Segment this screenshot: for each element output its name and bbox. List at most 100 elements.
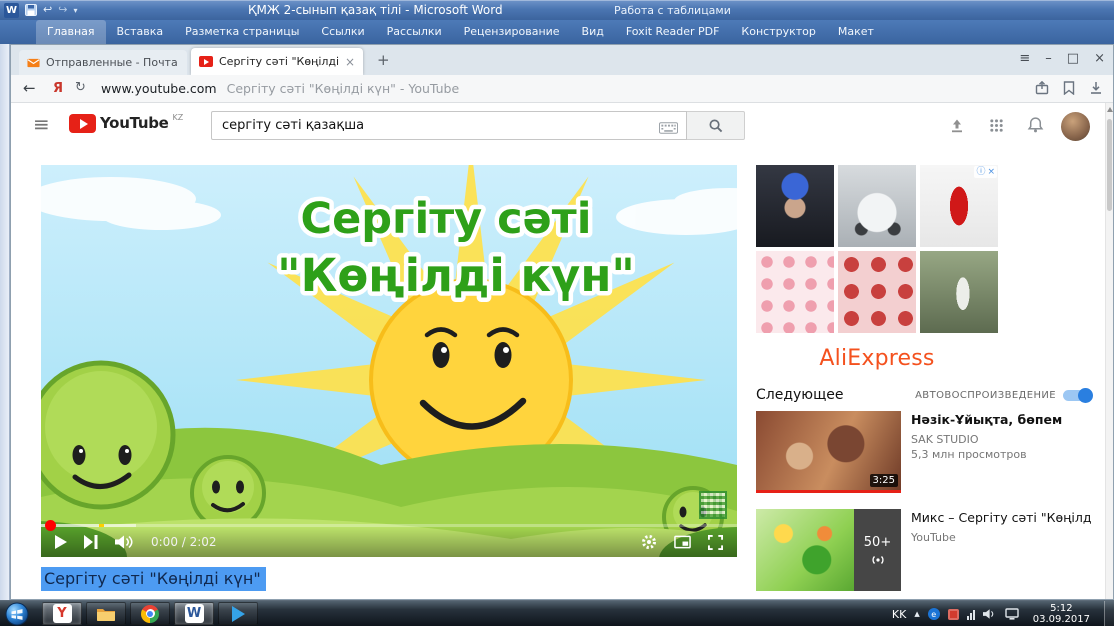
settings-gear-icon[interactable] xyxy=(641,534,657,550)
video-overlay-title-line2: "Көңілді күн" xyxy=(277,249,635,302)
ad-thumbnail-4[interactable] xyxy=(756,251,834,333)
page-scrollbar[interactable] xyxy=(1105,103,1113,599)
youtube-logo[interactable]: YouTube KZ xyxy=(69,114,183,133)
bookmarks-icon[interactable] xyxy=(1063,81,1075,95)
browser-tab-youtube[interactable]: Сергіту сәті "Көңілді күн" × xyxy=(191,48,363,75)
ribbon-tab-home[interactable]: Главная xyxy=(36,20,106,44)
yandex-logo-icon[interactable]: Я xyxy=(53,81,63,96)
minimize-button[interactable]: – xyxy=(1045,49,1052,69)
word-app-icon[interactable]: W xyxy=(4,3,19,18)
ad-block[interactable]: ⓘ × xyxy=(756,165,998,333)
word-document-edge xyxy=(0,44,10,600)
suggestion-channel: SAK STUDIO xyxy=(911,433,1092,446)
taskbar-item-yandex-browser[interactable]: Y xyxy=(42,602,82,625)
ribbon-tab-insert[interactable]: Вставка xyxy=(106,20,175,44)
duration-badge: 3:25 xyxy=(870,474,898,487)
fullscreen-icon[interactable] xyxy=(708,535,723,550)
youtube-wordmark: YouTube xyxy=(100,114,169,133)
mix-overlay: 50+ xyxy=(854,509,901,591)
language-indicator[interactable]: KK xyxy=(892,608,906,621)
save-icon[interactable] xyxy=(25,4,37,16)
autoplay-toggle[interactable] xyxy=(1063,390,1092,401)
search-icon xyxy=(708,118,723,133)
scrollbar-thumb[interactable] xyxy=(1107,119,1112,211)
search-button[interactable] xyxy=(687,111,745,140)
addressbar: ← Я ↻ www.youtube.com Сергіту сәті "Көңі… xyxy=(11,75,1113,103)
ad-choices-badge[interactable]: ⓘ × xyxy=(974,166,997,178)
sidebar: ⓘ × AliExpress Следующее АВТОВОСПРОИЗВЕД… xyxy=(756,165,1092,599)
suggestion-item-2[interactable]: 50+ Микс – Сергіту сәті "Көңілді күн" Yo… xyxy=(756,509,1092,593)
video-frame: Сергіту сәті "Көңілді күн" xyxy=(41,165,737,557)
ad-thumbnail-2[interactable] xyxy=(838,165,916,247)
suggestion-thumbnail[interactable]: 50+ xyxy=(756,509,901,591)
ribbon-tab-view[interactable]: Вид xyxy=(571,20,615,44)
taskbar-item-explorer[interactable] xyxy=(86,602,126,625)
apps-grid-icon[interactable] xyxy=(989,118,1004,137)
youtube-play-icon xyxy=(69,114,96,133)
start-button[interactable] xyxy=(5,602,29,626)
browser-menu-icon[interactable]: ≡ xyxy=(1019,49,1030,69)
tab-close-icon[interactable]: × xyxy=(345,55,355,69)
notifications-bell-icon[interactable] xyxy=(1027,116,1044,137)
ribbon-tab-foxit[interactable]: Foxit Reader PDF xyxy=(615,20,731,44)
play-button[interactable] xyxy=(55,535,67,549)
ad-info-icon[interactable]: ⓘ xyxy=(976,166,985,178)
system-tray: KK ▲ e 5:12 03.09.2017 xyxy=(892,601,1114,626)
youtube-region-label: KZ xyxy=(173,113,184,122)
tray-app-red-icon[interactable] xyxy=(948,609,959,620)
suggestion-title: Нәзік-Ұйықта, бөпем xyxy=(911,412,1092,428)
ribbon-tab-design[interactable]: Конструктор xyxy=(730,20,826,44)
mail-icon xyxy=(27,58,40,68)
reload-icon[interactable]: ↻ xyxy=(75,80,86,95)
downloads-icon[interactable] xyxy=(1089,81,1103,95)
time-display: 0:00 / 2:02 xyxy=(151,535,217,549)
tray-app-blue-icon[interactable]: e xyxy=(928,608,940,620)
suggestion-thumbnail[interactable]: 3:25 xyxy=(756,411,901,493)
hidden-icons-chevron[interactable]: ▲ xyxy=(914,610,919,618)
share-icon[interactable] xyxy=(1035,81,1049,95)
undo-icon[interactable]: ↩ xyxy=(43,2,52,18)
url-field[interactable]: www.youtube.com Сергіту сәті "Көңілді кү… xyxy=(101,75,459,102)
ad-thumbnail-1[interactable] xyxy=(756,165,834,247)
ribbon-tab-references[interactable]: Ссылки xyxy=(310,20,375,44)
miniplayer-icon[interactable] xyxy=(674,535,691,549)
tray-signal-icon[interactable] xyxy=(967,609,975,620)
ribbon-tab-layout[interactable]: Разметка страницы xyxy=(174,20,310,44)
back-button[interactable]: ← xyxy=(23,79,36,97)
mix-icon xyxy=(869,554,887,566)
avatar[interactable] xyxy=(1061,112,1090,141)
media-player-icon xyxy=(232,606,245,622)
search-input[interactable] xyxy=(211,111,687,140)
tray-network-icon[interactable] xyxy=(1005,608,1019,620)
channel-watermark xyxy=(699,491,727,519)
ribbon-tab-mailings[interactable]: Рассылки xyxy=(376,20,453,44)
taskbar-item-media-player[interactable] xyxy=(218,602,258,625)
new-tab-button[interactable]: + xyxy=(371,51,396,69)
video-player[interactable]: Сергіту сәті "Көңілді күн" 0:00 / 2:02 xyxy=(41,165,737,557)
taskbar-item-chrome[interactable] xyxy=(130,602,170,625)
hamburger-menu-icon[interactable]: ≡ xyxy=(33,112,50,136)
tray-volume-icon[interactable] xyxy=(983,608,997,620)
taskbar-clock[interactable]: 5:12 03.09.2017 xyxy=(1027,603,1096,625)
ad-close-icon[interactable]: × xyxy=(987,166,995,178)
taskbar-item-word[interactable]: W xyxy=(174,602,214,625)
close-button[interactable]: × xyxy=(1094,49,1105,69)
keyboard-icon[interactable] xyxy=(659,119,678,138)
ad-brand-label[interactable]: AliExpress xyxy=(756,346,998,371)
redo-icon[interactable]: ↪ xyxy=(58,2,67,18)
suggestion-item-1[interactable]: 3:25 Нәзік-Ұйықта, бөпем SAK STUDIO 5,3 … xyxy=(756,411,1092,495)
volume-icon[interactable] xyxy=(115,535,134,549)
show-desktop-button[interactable] xyxy=(1104,601,1114,626)
next-button[interactable] xyxy=(84,535,98,549)
qat-dropdown-icon[interactable]: ▾ xyxy=(73,6,77,15)
ad-thumbnail-6[interactable] xyxy=(920,251,998,333)
ribbon-tab-review[interactable]: Рецензирование xyxy=(453,20,571,44)
browser-tab-mail[interactable]: Отправленные - Почта Ma xyxy=(19,50,187,75)
upload-icon[interactable] xyxy=(949,118,965,138)
scrollbar-up-arrow[interactable] xyxy=(1107,107,1113,112)
ad-thumbnail-5[interactable] xyxy=(838,251,916,333)
player-controls: 0:00 / 2:02 xyxy=(41,527,737,557)
maximize-button[interactable]: □ xyxy=(1067,49,1079,69)
ribbon-tab-table-layout[interactable]: Макет xyxy=(827,20,885,44)
suggestion-title: Микс – Сергіту сәті "Көңілді күн" xyxy=(911,510,1092,526)
